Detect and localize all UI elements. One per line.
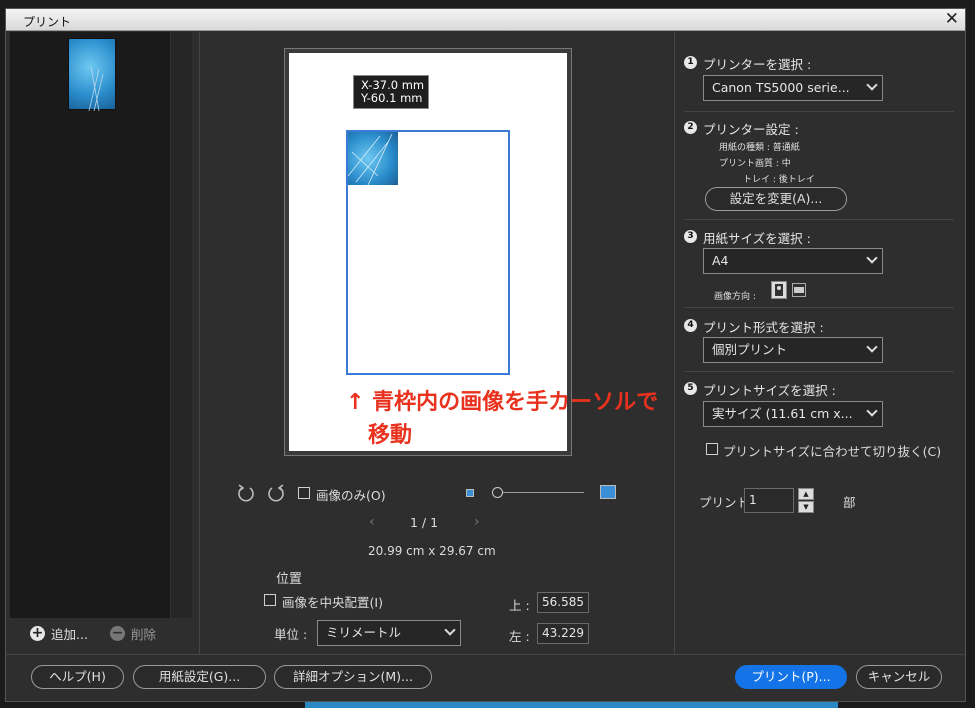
left-label: 左 : [509,629,530,644]
print-type-select[interactable]: 個別プリント [703,337,883,363]
center-image-label: 画像を中央配置(I) [282,595,383,610]
thumbnail-panel [10,32,170,618]
quality-text: プリント画質 : 中 [719,159,791,169]
cancel-button[interactable]: キャンセル [856,665,942,689]
stepper-up-icon[interactable]: ▲ [798,488,814,500]
paper-size-text: 20.99 cm x 29.67 cm [368,544,496,558]
close-icon[interactable]: ✕ [945,9,959,29]
right-divider [674,32,675,654]
zoom-slider[interactable] [492,487,584,499]
step2-divider [684,219,954,220]
printer-select-value: Canon TS5000 serie... [712,80,850,95]
step4-label: プリント形式を選択 : [703,320,824,335]
print-size-select[interactable]: 実サイズ (11.61 cm x... [703,401,883,427]
step2-label: プリンター設定 : [703,122,799,137]
zoom-large-icon [600,485,616,499]
print-area-box[interactable] [346,130,510,375]
more-options-button[interactable]: 詳細オプション(M)... [274,665,432,689]
unit-select[interactable]: ミリメートル [317,620,461,646]
background-image-peek [305,702,838,708]
step3-divider [684,307,954,308]
prev-page-icon[interactable]: ‹ [369,514,375,530]
chevron-down-icon [866,252,878,264]
image-only-label: 画像のみ(O) [316,488,386,503]
image-only-checkbox[interactable] [298,487,310,499]
step3-label: 用紙サイズを選択 : [703,231,811,246]
coord-y: Y-60.1 mm [361,91,423,105]
remove-button[interactable]: − 削除 [110,623,156,643]
paper-size-select-value: A4 [712,253,729,268]
rotate-left-icon[interactable] [236,483,256,503]
step1-divider [684,111,954,112]
print-size-select-value: 実サイズ (11.61 cm x... [712,406,853,421]
add-icon: + [30,624,45,641]
page-setup-button[interactable]: 用紙設定(G)... [133,665,266,689]
unit-label: 単位 : [274,627,308,642]
chevron-down-icon [866,405,878,417]
crop-to-fit-label: プリントサイズに合わせて切り抜く(C) [723,444,942,459]
print-dialog: プリント ✕ + 追加... − 削除 X-37.0 mm Y-60.1 mm [5,8,966,702]
paper-size-select[interactable]: A4 [703,248,883,274]
crop-to-fit-checkbox[interactable] [706,443,718,455]
top-input[interactable]: 56.585 [537,592,589,613]
next-page-icon[interactable]: › [474,514,480,530]
stepper-down-icon[interactable]: ▼ [798,501,814,513]
rotate-right-icon[interactable] [266,483,286,503]
title-bar: プリント ✕ [6,9,965,31]
step1-number: 1 [684,56,697,69]
coordinate-readout: X-37.0 mm Y-60.1 mm [353,75,429,109]
copies-label: プリント [699,495,750,510]
step2-number: 2 [684,121,697,134]
chevron-down-icon [866,341,878,353]
step5-label: プリントサイズを選択 : [703,383,836,398]
paper-type-text: 用紙の種類 : 普通紙 [719,143,800,153]
top-label: 上 : [509,598,530,613]
step4-number: 4 [684,319,697,332]
step4-divider [684,371,954,372]
placed-image[interactable] [348,132,398,185]
printer-select[interactable]: Canon TS5000 serie... [703,75,883,101]
left-divider [199,32,200,654]
landscape-orientation-icon[interactable] [792,283,806,297]
copies-input[interactable]: 1 [744,488,794,513]
add-label: 追加... [51,626,88,642]
left-input[interactable]: 43.229 [537,623,589,644]
remove-icon: − [110,624,125,641]
unit-select-value: ミリメートル [326,625,402,640]
position-heading: 位置 [276,572,303,587]
thumbnail-image[interactable] [68,38,116,111]
chevron-down-icon [866,79,878,91]
annotation-line1: ↑ 青枠内の画像を手カーソルで [346,390,659,415]
copies-unit: 部 [843,495,856,510]
step5-number: 5 [684,382,697,395]
zoom-slider-handle[interactable] [492,487,503,498]
page-indicator: 1 / 1 [410,515,439,530]
window-title: プリント [23,15,72,29]
change-settings-button[interactable]: 設定を変更(A)... [705,187,847,211]
print-type-select-value: 個別プリント [712,342,788,357]
copies-stepper[interactable]: ▲ ▼ [798,488,814,513]
help-button[interactable]: ヘルプ(H) [31,665,124,689]
zoom-small-icon [466,489,474,497]
orientation-label: 画像方向 : [714,292,756,302]
annotation-line2: 移動 [368,423,413,448]
remove-label: 削除 [131,626,157,642]
footer-divider [6,654,965,655]
print-button[interactable]: プリント(P)... [735,665,847,689]
step1-label: プリンターを選択 : [703,57,812,72]
add-button[interactable]: + 追加... [30,623,88,643]
thumbnail-scrollbar[interactable] [170,32,192,618]
portrait-orientation-icon[interactable] [771,281,787,299]
chevron-down-icon [444,624,456,636]
center-image-checkbox[interactable] [264,594,276,606]
tray-text: トレイ : 後トレイ [743,175,815,185]
step3-number: 3 [684,230,697,243]
